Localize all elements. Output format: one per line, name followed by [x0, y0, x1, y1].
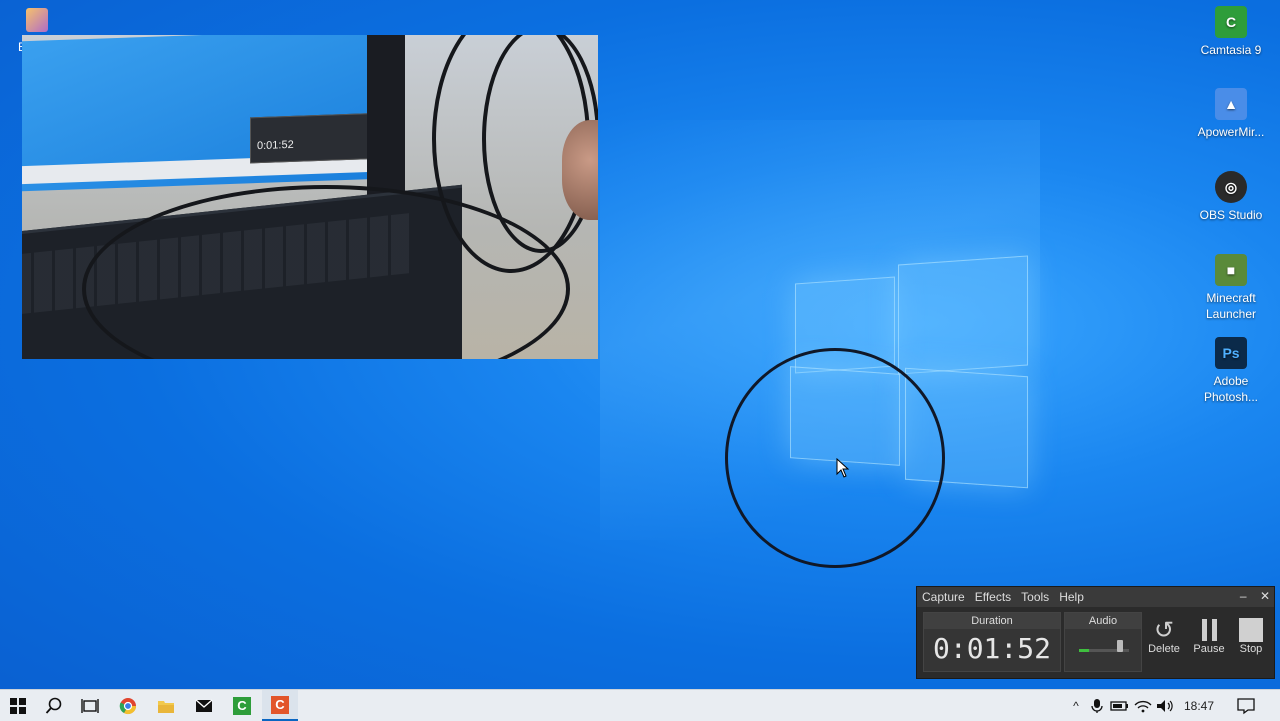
- desktop-icon-camtasia[interactable]: C Camtasia 9: [1193, 6, 1269, 58]
- desktop-icon-label: Minecraft Launcher: [1205, 291, 1257, 321]
- pause-label: Pause: [1193, 643, 1225, 655]
- recorder-widget: Capture Effects Tools Help – ✕ Duration …: [916, 586, 1275, 679]
- audio-volume-slider[interactable]: [1117, 640, 1123, 652]
- desktop-icon-apowermirror[interactable]: ▲ ApowerMir...: [1193, 88, 1269, 140]
- desktop-icon-label: Adobe Photosh...: [1203, 374, 1259, 404]
- chrome-icon: [119, 697, 137, 714]
- delete-button[interactable]: ↺ Delete: [1145, 616, 1183, 656]
- menu-help[interactable]: Help: [1054, 590, 1089, 604]
- taskbar-camtasia-recorder[interactable]: C: [262, 690, 298, 721]
- audio-label: Audio: [1065, 613, 1141, 629]
- stop-label: Stop: [1239, 643, 1263, 655]
- duration-label: Duration: [924, 613, 1060, 629]
- webcam-overlay: 0:01:52: [22, 35, 598, 359]
- start-button[interactable]: [0, 690, 36, 721]
- mouse-cursor-icon: [836, 458, 850, 478]
- notification-icon[interactable]: [1224, 697, 1264, 715]
- camtasia-icon: C: [1215, 6, 1247, 38]
- audio-panel: Audio: [1064, 612, 1142, 672]
- file-explorer-icon: [158, 700, 174, 713]
- taskbar-chrome[interactable]: [110, 690, 146, 721]
- menu-tools[interactable]: Tools: [1016, 590, 1054, 604]
- obs-icon: ◎: [1215, 171, 1247, 203]
- taskbar-camtasia[interactable]: C: [224, 690, 260, 721]
- menu-capture[interactable]: Capture: [917, 590, 970, 604]
- volume-icon[interactable]: [1154, 698, 1176, 714]
- start-icon: [10, 697, 26, 714]
- duration-panel: Duration 0:01:52: [923, 612, 1061, 672]
- recorder-window-buttons: – ✕: [1230, 589, 1270, 603]
- stop-icon: [1232, 617, 1270, 643]
- desktop-icon-minecraft[interactable]: ■ Minecraft Launcher: [1193, 254, 1269, 322]
- webcam-mini-duration: 0:01:52: [257, 138, 294, 153]
- cursor-highlight-ring: [725, 348, 945, 568]
- minecraft-icon: ■: [1215, 254, 1247, 286]
- close-icon[interactable]: ✕: [1260, 589, 1270, 603]
- pause-button[interactable]: Pause: [1190, 617, 1228, 655]
- photoshop-icon: Ps: [1215, 337, 1247, 369]
- minimize-icon[interactable]: –: [1240, 589, 1247, 603]
- taskbar-mail[interactable]: [186, 690, 222, 721]
- stop-button[interactable]: Stop: [1232, 617, 1270, 655]
- menu-effects[interactable]: Effects: [970, 590, 1016, 604]
- duration-value: 0:01:52: [932, 632, 1051, 665]
- wifi-icon[interactable]: [1132, 698, 1154, 714]
- pause-icon: [1190, 617, 1228, 643]
- audio-level-fill: [1079, 649, 1089, 652]
- system-tray: ^ 18:47: [1066, 690, 1264, 721]
- recorder-menu-bar: Capture Effects Tools Help: [917, 587, 1274, 607]
- desktop-icon-label: OBS Studio: [1199, 208, 1263, 222]
- delete-label: Delete: [1148, 643, 1180, 655]
- desktop-icon-label: ApowerMir...: [1197, 125, 1265, 139]
- mail-icon: [195, 698, 213, 712]
- desktop-shortcut-icon[interactable]: [26, 8, 48, 32]
- desktop-icon-photoshop[interactable]: Ps Adobe Photosh...: [1193, 337, 1269, 405]
- undo-icon: ↺: [1153, 616, 1175, 644]
- battery-icon[interactable]: [1108, 698, 1132, 714]
- apowermirror-icon: ▲: [1215, 88, 1247, 120]
- search-button[interactable]: [36, 690, 72, 721]
- webcam-hand: [562, 120, 598, 220]
- chevron-up-icon[interactable]: ^: [1066, 699, 1086, 713]
- taskbar-file-explorer[interactable]: [148, 690, 184, 721]
- camtasia-recorder-icon: C: [271, 695, 289, 714]
- camtasia-icon: C: [233, 696, 251, 715]
- microphone-icon[interactable]: [1086, 698, 1108, 714]
- task-view-button[interactable]: [72, 690, 108, 721]
- clock[interactable]: 18:47: [1184, 699, 1224, 713]
- desktop-icon-label: Camtasia 9: [1200, 43, 1262, 57]
- task-view-icon: [81, 698, 99, 713]
- search-icon: [45, 697, 62, 714]
- taskbar: C C ^ 18:47: [0, 689, 1280, 721]
- desktop-icon-obs[interactable]: ◎ OBS Studio: [1193, 171, 1269, 223]
